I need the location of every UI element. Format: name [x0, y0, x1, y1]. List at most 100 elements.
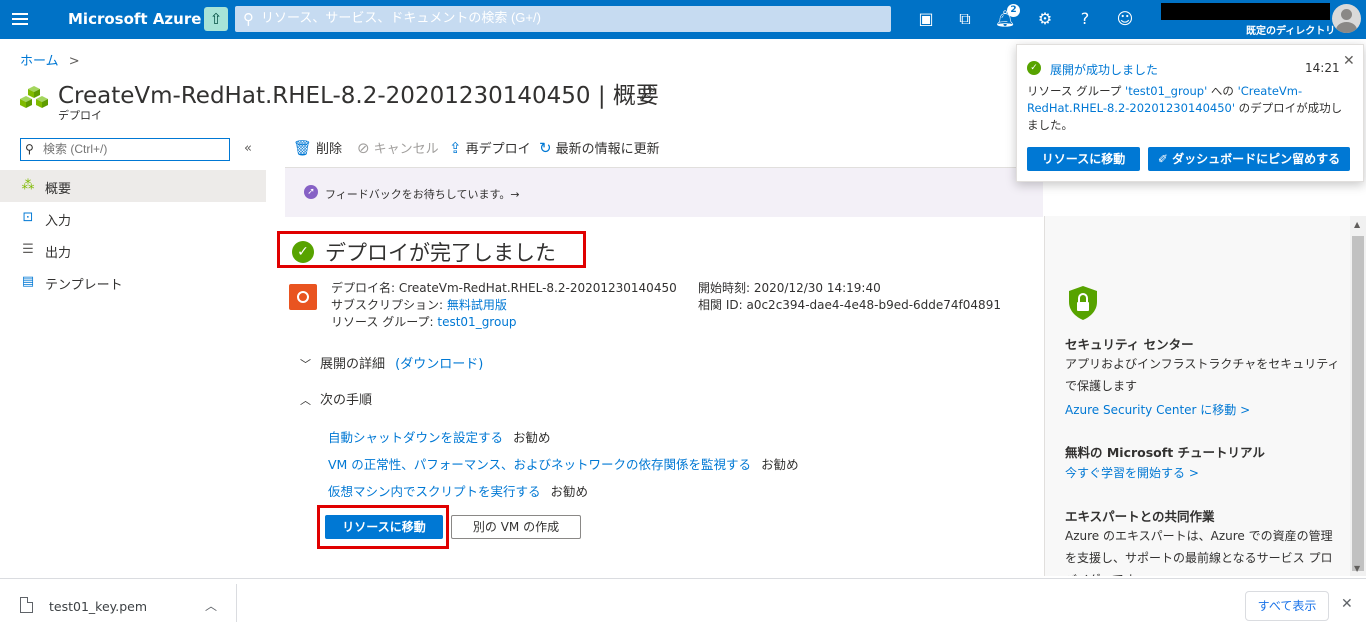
pin-icon[interactable]: 📌︎	[638, 83, 657, 101]
scrollbar[interactable]: ▲ ▼	[1350, 216, 1366, 576]
settings-gear-icon[interactable]: ⚙	[1034, 8, 1056, 30]
collapse-sidebar-icon[interactable]: «	[244, 141, 252, 156]
toast-text: リソース グループ	[1027, 84, 1126, 98]
close-icon[interactable]: ✕	[1341, 596, 1353, 612]
search-icon: ⚲	[25, 142, 34, 156]
refresh-button[interactable]: ↻ 最新の情報に更新	[539, 138, 660, 157]
next-step-item: VM の正常性、パフォーマンス、およびネットワークの依存関係を監視する お勧め	[328, 454, 799, 473]
check-circle-icon: ✓	[292, 241, 314, 263]
sidebar-search[interactable]: ⚲	[20, 138, 230, 161]
toast-message: リソース グループ 'test01_group' への 'CreateVm-Re…	[1027, 83, 1352, 134]
page-title: CreateVm-RedHat.RHEL-8.2-20201230140450 …	[58, 83, 659, 109]
sidebar-item-template[interactable]: ▤ テンプレート	[0, 266, 266, 298]
subscription-link[interactable]: 無料試用版	[447, 298, 507, 312]
feedback-smiley-icon[interactable]: ☺	[1114, 8, 1136, 30]
show-all-downloads-button[interactable]: すべて表示	[1245, 591, 1329, 621]
sidebar-item-input[interactable]: ⊡ 入力	[0, 202, 266, 234]
auto-shutdown-link[interactable]: 自動シャットダウンを設定する	[328, 430, 503, 445]
global-search-input[interactable]	[261, 10, 861, 25]
toast-time: 14:21	[1305, 61, 1340, 75]
toast-resource-group-link[interactable]: 'test01_group'	[1125, 84, 1207, 98]
directory-name[interactable]: 既定のディレクトリ	[1246, 22, 1335, 37]
download-file-name[interactable]: test01_key.pem	[49, 599, 147, 614]
breadcrumb: ホーム >	[20, 50, 80, 69]
sidebar-search-input[interactable]	[43, 142, 223, 156]
output-icon: ☰	[22, 242, 34, 257]
deployment-info-right: 開始時刻: 2020/12/30 14:19:40 相関 ID: a0c2c39…	[698, 280, 1001, 314]
next-step-item: 自動シャットダウンを設定する お勧め	[328, 427, 551, 446]
go-to-resource-button[interactable]: リソースに移動	[325, 515, 443, 539]
top-bar: Microsoft Azure ⇧ ⚲ ▣ ⧉ 🔔︎ 2 ⚙ ? ☺ 既定のディ…	[0, 0, 1366, 39]
redeploy-button[interactable]: ⇪ 再デプロイ	[449, 138, 531, 157]
sidebar-item-label: テンプレート	[45, 278, 123, 293]
sidebar-item-overview[interactable]: ⁂ 概要	[0, 170, 266, 202]
feedback-text[interactable]: フィードバックをお待ちしています。→	[325, 186, 520, 202]
pin-to-dashboard-button[interactable]: ✐ ダッシュボードにピン留めする	[1148, 147, 1350, 171]
run-script-link[interactable]: 仮想マシン内でスクリプトを実行する	[328, 484, 541, 499]
breadcrumb-separator: >	[68, 54, 80, 69]
scroll-up-icon[interactable]: ▲	[1354, 220, 1360, 229]
notification-count-badge: 2	[1007, 4, 1020, 17]
toast-text: への	[1207, 84, 1238, 98]
cancel-icon: ⊘	[357, 139, 370, 157]
recommended-label: お勧め	[761, 457, 799, 472]
expert-text: Azure のエキスパートは、Azure での資産の管理を支援し、サポートの最前…	[1065, 529, 1333, 576]
chevron-up-icon[interactable]: ︿	[205, 597, 217, 614]
notification-toast: ✓ 展開が成功しました 14:21 ✕ リソース グループ 'test01_gr…	[1016, 44, 1364, 182]
resource-group-link[interactable]: test01_group	[437, 315, 516, 329]
sidebar-item-label: 概要	[45, 182, 72, 197]
status-highlight: ✓ デプロイが完了しました	[277, 231, 586, 268]
start-time-value: 2020/12/30 14:19:40	[753, 281, 881, 295]
pin-icon: ✐	[1157, 152, 1173, 166]
refresh-icon: ↻	[539, 139, 552, 157]
pin-to-dashboard-label: ダッシュボードにピン留めする	[1172, 152, 1341, 166]
search-icon: ⚲	[243, 10, 254, 28]
next-steps-label: 次の手順	[320, 393, 373, 408]
help-icon[interactable]: ?	[1074, 8, 1096, 30]
correlation-id-label: 相関 ID:	[698, 298, 743, 312]
delete-button[interactable]: 🗑︎ 削除	[293, 138, 342, 157]
global-search[interactable]: ⚲	[235, 6, 891, 32]
resource-group-label: リソース グループ:	[331, 315, 434, 329]
security-center-link[interactable]: Azure Security Center に移動 >	[1065, 401, 1250, 418]
create-another-vm-button[interactable]: 別の VM の作成	[451, 515, 581, 539]
chevron-down-icon: ﹀	[300, 358, 311, 371]
deployment-name-value: CreateVm-RedHat.RHEL-8.2-20201230140450	[398, 281, 677, 295]
breadcrumb-home[interactable]: ホーム	[20, 54, 59, 69]
rocket-icon: ➚	[304, 185, 318, 199]
cloud-shell-icon[interactable]: ▣	[915, 8, 937, 30]
cancel-button[interactable]: ⊘ キャンセル	[357, 138, 439, 157]
upgrade-icon[interactable]: ⇧	[204, 7, 228, 31]
deployment-status-title: デプロイが完了しました	[325, 241, 556, 265]
deployment-name-label: デプロイ名:	[331, 281, 396, 295]
brand-name[interactable]: Microsoft Azure	[68, 10, 201, 28]
feedback-banner[interactable]: ➚ フィードバックをお待ちしています。→	[285, 168, 1043, 217]
file-icon	[20, 597, 33, 613]
start-time-label: 開始時刻:	[698, 281, 751, 295]
hamburger-menu-icon[interactable]	[12, 10, 34, 30]
subscription-label: サブスクリプション:	[331, 298, 444, 312]
close-icon[interactable]: ✕	[1343, 53, 1355, 69]
sidebar-item-output[interactable]: ☰ 出力	[0, 234, 266, 266]
monitor-vm-link[interactable]: VM の正常性、パフォーマンス、およびネットワークの依存関係を監視する	[328, 457, 751, 472]
next-step-item: 仮想マシン内でスクリプトを実行する お勧め	[328, 481, 588, 500]
toast-title[interactable]: 展開が成功しました	[1050, 61, 1158, 78]
avatar[interactable]	[1332, 4, 1361, 33]
toast-go-to-resource-button[interactable]: リソースに移動	[1027, 147, 1140, 171]
chevron-up-icon: ︿	[300, 394, 311, 407]
scroll-down-icon[interactable]: ▼	[1354, 564, 1360, 573]
deployment-details-toggle[interactable]: ﹀ 展開の詳細 (ダウンロード)	[300, 353, 483, 372]
recommended-label: お勧め	[513, 430, 551, 445]
download-link[interactable]: (ダウンロード)	[395, 357, 483, 372]
input-icon: ⊡	[22, 210, 34, 225]
download-bar: test01_key.pem ︿ すべて表示 ✕	[0, 578, 1366, 624]
security-center-title: セキュリティ センター	[1065, 337, 1194, 352]
upload-icon: ⇪	[449, 139, 462, 157]
page-subtitle: デプロイ	[58, 109, 102, 122]
directory-filter-icon[interactable]: ⧉	[954, 8, 976, 30]
scrollbar-thumb[interactable]	[1352, 236, 1364, 571]
tutorial-link[interactable]: 今すぐ学習を開始する >	[1065, 464, 1199, 481]
next-steps-toggle[interactable]: ︿ 次の手順	[300, 389, 372, 408]
account-name-redacted[interactable]	[1161, 3, 1330, 20]
security-shield-icon	[1069, 286, 1097, 320]
